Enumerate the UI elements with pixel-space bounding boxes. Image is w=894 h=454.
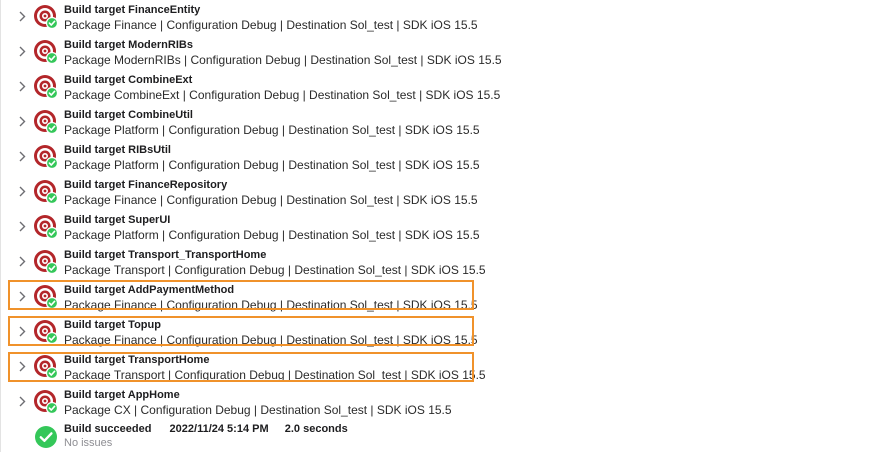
log-row-detail: Package CX | Configuration Debug | Desti…: [64, 403, 452, 417]
build-result-title: Build succeeded 2022/11/24 5:14 PM 2.0 s…: [64, 423, 348, 435]
log-row-title: Build target Transport_TransportHome: [64, 249, 267, 261]
target-bullseye-icon: [33, 214, 59, 240]
log-row-modern-ribs[interactable]: Build target ModernRIBs Package ModernRI…: [0, 35, 894, 70]
log-row-transport-transport-home[interactable]: Build target Transport_TransportHome Pac…: [0, 245, 894, 280]
log-row-detail: Package Finance | Configuration Debug | …: [64, 18, 478, 32]
log-row-title: Build target AppHome: [64, 389, 180, 401]
log-row-detail: Package CombineExt | Configuration Debug…: [64, 88, 501, 102]
build-issues: No issues: [64, 437, 113, 449]
target-bullseye-icon: [33, 249, 59, 275]
target-bullseye-icon: [33, 144, 59, 170]
chevron-right-icon[interactable]: [16, 184, 28, 198]
log-row-title: Build target ModernRIBs: [64, 39, 193, 51]
log-row-ribs-util[interactable]: Build target RIBsUtil Package Platform |…: [0, 140, 894, 175]
target-bullseye-icon: [33, 284, 59, 310]
target-bullseye-icon: [33, 74, 59, 100]
build-timestamp: 2022/11/24 5:14 PM: [169, 423, 269, 435]
log-row-detail: Package ModernRIBs | Configuration Debug…: [64, 53, 502, 67]
chevron-right-icon[interactable]: [16, 149, 28, 163]
target-bullseye-icon: [33, 4, 59, 30]
log-row-detail: Package Platform | Configuration Debug |…: [64, 228, 480, 242]
log-row-title: Build target CombineUtil: [64, 109, 193, 121]
log-row-detail: Package Platform | Configuration Debug |…: [64, 158, 480, 172]
log-row-detail: Package Finance | Configuration Debug | …: [64, 193, 478, 207]
log-row-detail: Package Platform | Configuration Debug |…: [64, 123, 480, 137]
chevron-right-icon[interactable]: [16, 219, 28, 233]
chevron-right-icon[interactable]: [16, 394, 28, 408]
build-status: Build succeeded: [64, 423, 152, 435]
log-row-title: Build target FinanceRepository: [64, 179, 228, 191]
log-row-detail: Package Finance | Configuration Debug | …: [64, 298, 478, 312]
chevron-right-icon[interactable]: [16, 254, 28, 268]
chevron-right-icon[interactable]: [16, 9, 28, 23]
target-bullseye-icon: [33, 109, 59, 135]
log-row-combine-ext[interactable]: Build target CombineExt Package CombineE…: [0, 70, 894, 105]
log-row-super-ui[interactable]: Build target SuperUI Package Platform | …: [0, 210, 894, 245]
chevron-right-icon[interactable]: [16, 114, 28, 128]
chevron-right-icon[interactable]: [16, 324, 28, 338]
chevron-right-icon[interactable]: [16, 289, 28, 303]
log-row-topup[interactable]: Build target Topup Package Finance | Con…: [0, 315, 894, 350]
chevron-right-icon[interactable]: [16, 44, 28, 58]
log-row-title: Build target AddPaymentMethod: [64, 284, 235, 296]
log-row-transport-home[interactable]: Build target TransportHome Package Trans…: [0, 350, 894, 385]
log-row-title: Build target TransportHome: [64, 354, 210, 366]
log-row-detail: Package Finance | Configuration Debug | …: [64, 333, 478, 347]
log-row-title: Build target FinanceEntity: [64, 4, 201, 16]
log-row-title: Build target Topup: [64, 319, 161, 331]
target-bullseye-icon: [33, 319, 59, 345]
log-row-add-payment-method[interactable]: Build target AddPaymentMethod Package Fi…: [0, 280, 894, 315]
log-row-combine-util[interactable]: Build target CombineUtil Package Platfor…: [0, 105, 894, 140]
log-row-title: Build target SuperUI: [64, 214, 171, 226]
chevron-right-icon[interactable]: [16, 79, 28, 93]
build-result-row: Build succeeded 2022/11/24 5:14 PM 2.0 s…: [0, 420, 894, 452]
log-row-app-home[interactable]: Build target AppHome Package CX | Config…: [0, 385, 894, 420]
target-bullseye-icon: [33, 39, 59, 65]
chevron-right-icon[interactable]: [16, 359, 28, 373]
target-bullseye-icon: [33, 179, 59, 205]
checkmark-circle-icon: [34, 425, 58, 449]
log-row-finance-entity[interactable]: Build target FinanceEntity Package Finan…: [0, 0, 894, 35]
log-row-title: Build target RIBsUtil: [64, 144, 171, 156]
log-row-detail: Package Transport | Configuration Debug …: [64, 263, 486, 277]
log-row-finance-repository[interactable]: Build target FinanceRepository Package F…: [0, 175, 894, 210]
build-duration: 2.0 seconds: [284, 423, 348, 435]
target-bullseye-icon: [33, 389, 59, 415]
target-bullseye-icon: [33, 354, 59, 380]
log-row-title: Build target CombineExt: [64, 74, 193, 86]
log-row-detail: Package Transport | Configuration Debug …: [64, 368, 486, 382]
